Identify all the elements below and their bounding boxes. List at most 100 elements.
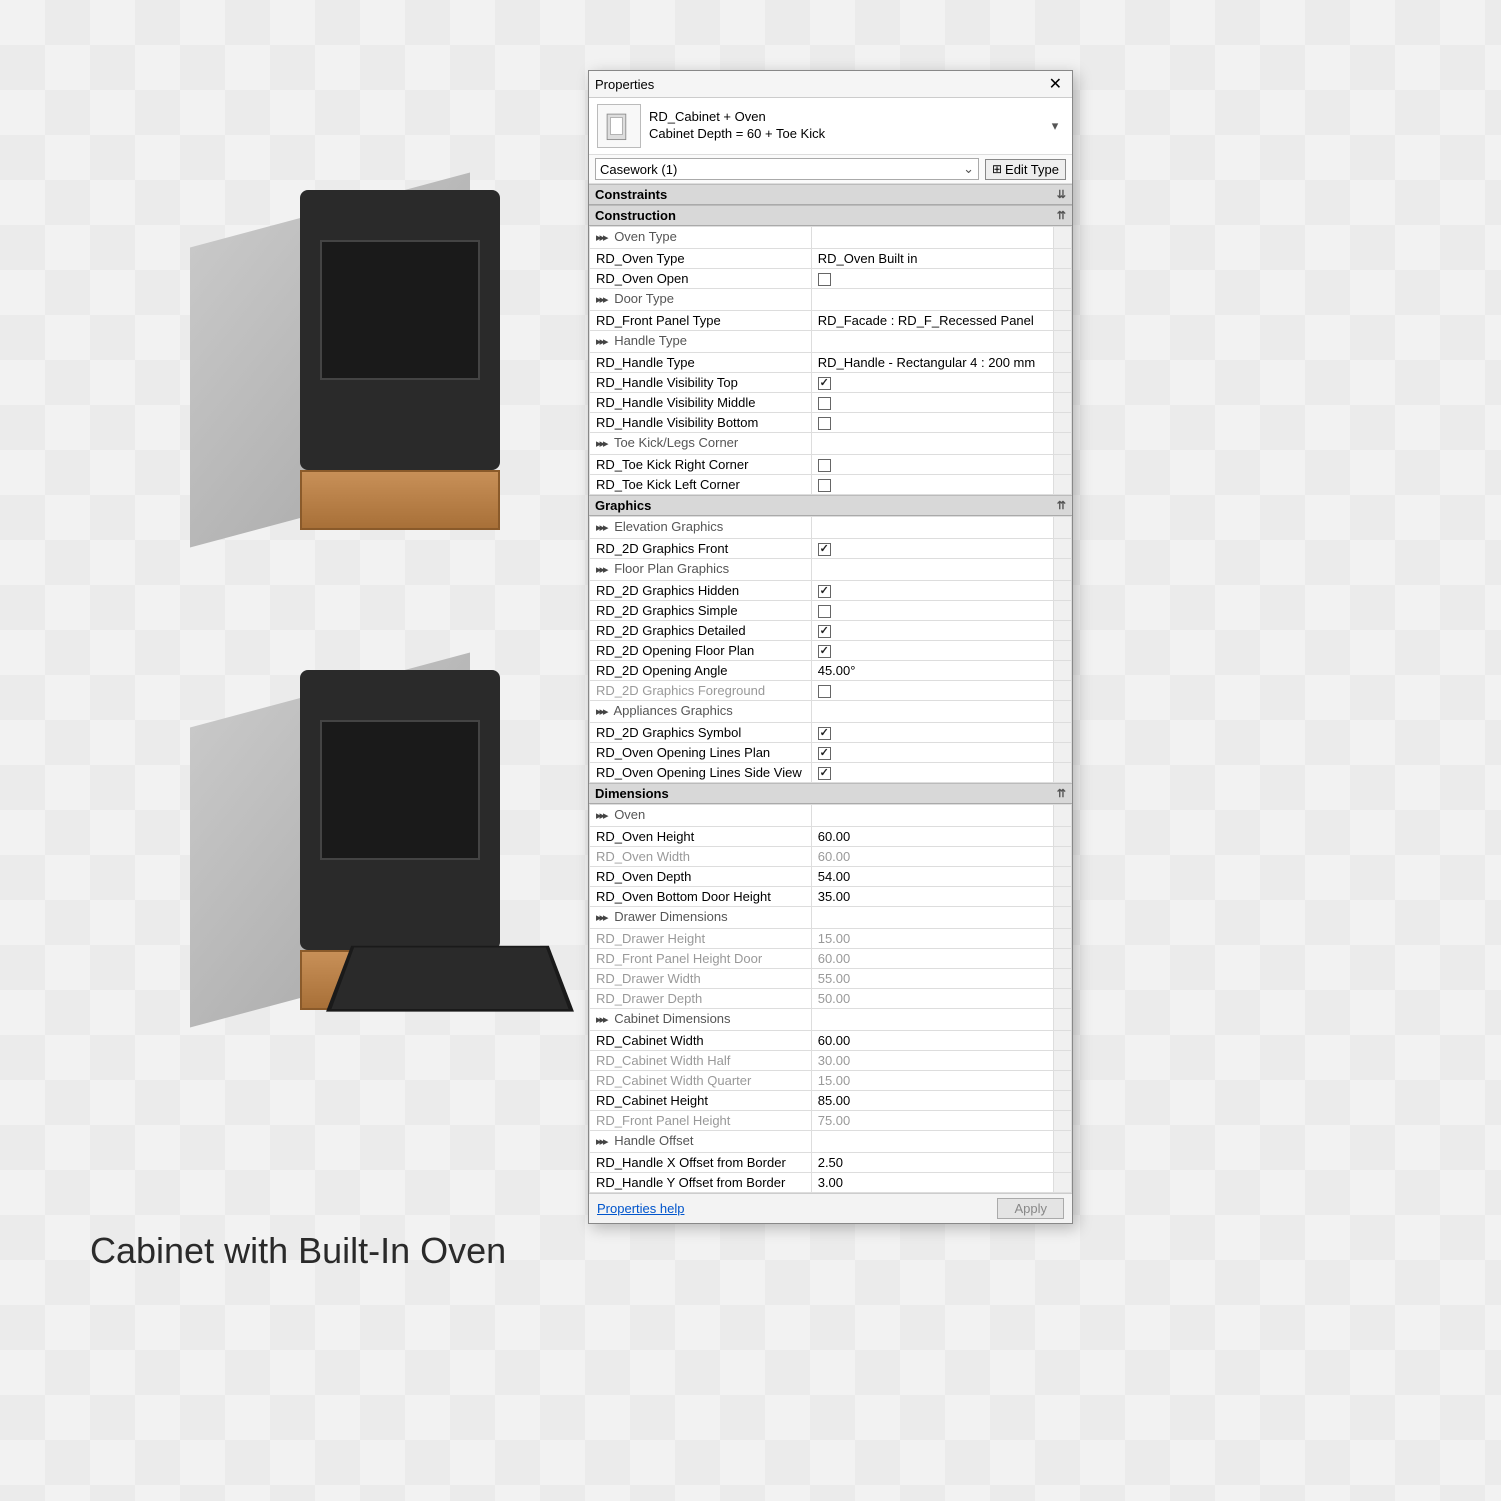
param-value-cell[interactable]: 50.00 [811,989,1053,1009]
param-value[interactable]: 45.00° [818,663,856,678]
param-button[interactable] [1054,249,1072,269]
param-value-cell[interactable] [811,475,1053,495]
param-value[interactable]: 60.00 [818,829,851,844]
param-button[interactable] [1054,539,1072,559]
param-value-cell[interactable]: RD_Oven Built in [811,249,1053,269]
param-value[interactable]: 50.00 [818,991,851,1006]
param-value-cell[interactable] [811,621,1053,641]
param-button[interactable] [1054,621,1072,641]
param-button[interactable] [1054,949,1072,969]
param-value[interactable]: 60.00 [818,1033,851,1048]
param-button[interactable] [1054,353,1072,373]
param-value-cell[interactable]: RD_Handle - Rectangular 4 : 200 mm [811,353,1053,373]
param-button[interactable] [1054,763,1072,783]
param-button[interactable] [1054,641,1072,661]
checkbox[interactable] [818,397,831,410]
param-value[interactable]: 60.00 [818,849,851,864]
param-value-cell[interactable]: 60.00 [811,949,1053,969]
category-selector[interactable]: Casework (1) ⌄ [595,158,979,180]
param-button[interactable] [1054,661,1072,681]
checkbox[interactable] [818,417,831,430]
param-button[interactable] [1054,1031,1072,1051]
param-value-cell[interactable] [811,743,1053,763]
checkbox[interactable] [818,543,831,556]
param-value[interactable]: 85.00 [818,1093,851,1108]
type-selector[interactable]: RD_Cabinet + Oven Cabinet Depth = 60 + T… [589,98,1072,155]
param-button[interactable] [1054,681,1072,701]
section-dimensions[interactable]: Dimensions⇈ [589,783,1072,804]
param-button[interactable] [1054,989,1072,1009]
param-value[interactable]: 2.50 [818,1155,843,1170]
param-button[interactable] [1054,455,1072,475]
param-value[interactable]: RD_Facade : RD_F_Recessed Panel [818,313,1034,328]
param-value-cell[interactable]: 35.00 [811,887,1053,907]
param-value-cell[interactable] [811,681,1053,701]
param-button[interactable] [1054,929,1072,949]
checkbox[interactable] [818,645,831,658]
param-value-cell[interactable] [811,393,1053,413]
param-value-cell[interactable] [811,581,1053,601]
checkbox[interactable] [818,747,831,760]
param-value-cell[interactable]: 54.00 [811,867,1053,887]
section-graphics[interactable]: Graphics⇈ [589,495,1072,516]
checkbox[interactable] [818,377,831,390]
param-value-cell[interactable] [811,723,1053,743]
param-button[interactable] [1054,1091,1072,1111]
param-button[interactable] [1054,393,1072,413]
param-value-cell[interactable]: 3.00 [811,1173,1053,1193]
param-value-cell[interactable] [811,373,1053,393]
param-value-cell[interactable] [811,413,1053,433]
checkbox[interactable] [818,273,831,286]
param-value-cell[interactable]: 85.00 [811,1091,1053,1111]
param-value[interactable]: 35.00 [818,889,851,904]
param-button[interactable] [1054,581,1072,601]
param-value[interactable]: RD_Handle - Rectangular 4 : 200 mm [818,355,1036,370]
param-button[interactable] [1054,269,1072,289]
param-value-cell[interactable]: 2.50 [811,1153,1053,1173]
param-value[interactable]: 75.00 [818,1113,851,1128]
param-value-cell[interactable]: 15.00 [811,929,1053,949]
checkbox[interactable] [818,727,831,740]
param-value[interactable]: 3.00 [818,1175,843,1190]
param-value[interactable]: 30.00 [818,1053,851,1068]
checkbox[interactable] [818,459,831,472]
param-value-cell[interactable] [811,455,1053,475]
checkbox[interactable] [818,605,831,618]
checkbox[interactable] [818,625,831,638]
param-value[interactable]: 55.00 [818,971,851,986]
param-value-cell[interactable]: 15.00 [811,1071,1053,1091]
param-value[interactable]: RD_Oven Built in [818,251,918,266]
checkbox[interactable] [818,685,831,698]
param-button[interactable] [1054,743,1072,763]
param-value-cell[interactable]: 60.00 [811,847,1053,867]
section-constraints[interactable]: Constraints⇊ [589,184,1072,205]
apply-button[interactable]: Apply [997,1198,1064,1219]
properties-help-link[interactable]: Properties help [597,1201,684,1216]
param-value-cell[interactable] [811,601,1053,621]
param-button[interactable] [1054,311,1072,331]
param-button[interactable] [1054,847,1072,867]
param-button[interactable] [1054,867,1072,887]
param-value-cell[interactable]: 60.00 [811,1031,1053,1051]
close-button[interactable]: ✕ [1045,74,1066,94]
param-value-cell[interactable] [811,539,1053,559]
param-button[interactable] [1054,1071,1072,1091]
checkbox[interactable] [818,479,831,492]
param-button[interactable] [1054,887,1072,907]
param-value[interactable]: 60.00 [818,951,851,966]
param-button[interactable] [1054,827,1072,847]
param-button[interactable] [1054,1051,1072,1071]
param-button[interactable] [1054,475,1072,495]
param-value-cell[interactable] [811,641,1053,661]
param-value[interactable]: 54.00 [818,869,851,884]
param-button[interactable] [1054,373,1072,393]
checkbox[interactable] [818,767,831,780]
param-button[interactable] [1054,723,1072,743]
param-button[interactable] [1054,1153,1072,1173]
param-button[interactable] [1054,1111,1072,1131]
edit-type-button[interactable]: ⊞ Edit Type [985,159,1066,180]
param-value-cell[interactable]: RD_Facade : RD_F_Recessed Panel [811,311,1053,331]
param-value[interactable]: 15.00 [818,1073,851,1088]
param-value-cell[interactable]: 55.00 [811,969,1053,989]
type-dropdown-arrow[interactable]: ▾ [1046,118,1064,134]
